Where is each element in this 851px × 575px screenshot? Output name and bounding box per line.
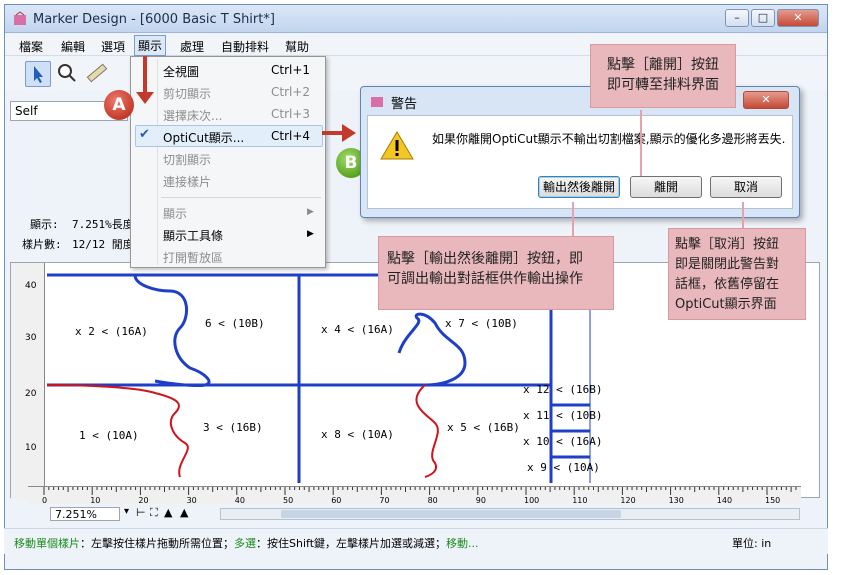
callout-export-line: 點擊［輸出然後離開］按鈕，即 [387,251,583,267]
callout-leave-line: 點擊［離開］按鈕 [607,57,719,73]
callout-cancel: 點擊［取消］按鈕 即是關閉此警告對 話框，依舊停留在 OptiCut顯示界面 [668,228,806,320]
callout-cancel-line: 點擊［取消］按鈕 [675,237,780,252]
callout-export-line: 可調出輸出對話框供作輸出操作 [387,271,583,287]
marker-a: A [104,90,134,120]
callout-cancel-line: 話框，依舊停留在 [675,277,780,292]
callout-connector [572,202,574,236]
dialog-title: 警告 [391,97,418,112]
dialog-message: 如果你離開OptiCut顯示不輸出切割檔案,顯示的優化多邊形將丟失. [432,132,786,146]
callout-leave: 點擊［離開］按鈕 即可轉至排料界面 [590,44,736,108]
callout-cancel-line: OptiCut顯示界面 [675,297,777,312]
dialog-close-button[interactable]: ✕ [743,91,789,109]
app-icon [371,97,383,107]
leave-button[interactable]: 離開 [630,176,702,198]
export-and-leave-button[interactable]: 輸出然後離開 [538,176,620,198]
callout-cancel-line: 即是關閉此警告對 [675,257,780,272]
callout-export: 點擊［輸出然後離開］按鈕，即 可調出輸出對話框供作輸出操作 [378,236,614,310]
dialog-body: 如果你離開OptiCut顯示不輸出切割檔案,顯示的優化多邊形將丟失. 輸出然後離… [367,115,793,209]
callout-leave-line: 即可轉至排料界面 [607,77,719,93]
callout-connector [640,110,642,176]
callout-connector [742,202,744,228]
cancel-button[interactable]: 取消 [710,176,782,198]
warning-icon [380,131,414,160]
